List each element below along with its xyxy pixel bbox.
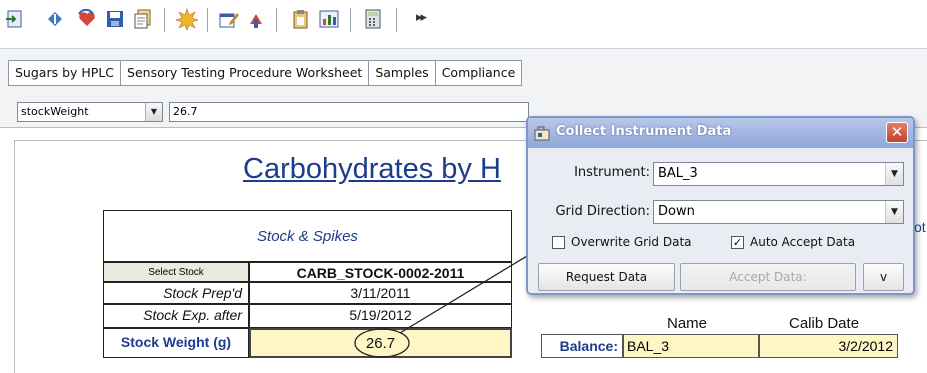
field-value-text: 26.7 <box>173 105 198 118</box>
accept-data-button[interactable]: Accept Data: <box>680 263 856 291</box>
field-name-value: stockWeight <box>21 105 89 118</box>
instrument-app-icon <box>534 126 550 141</box>
refresh-heart-icon[interactable] <box>76 8 98 30</box>
stock-prepd-value[interactable]: 3/11/2011 <box>249 282 512 304</box>
transfer-icon[interactable] <box>246 8 268 30</box>
report-title: Carbohydrates by H <box>243 153 501 185</box>
grid-direction-select[interactable]: Down ▼ <box>653 200 904 224</box>
auto-accept-checkbox[interactable]: ✓ <box>731 236 744 249</box>
arrow-diamond-icon[interactable] <box>44 8 66 30</box>
close-icon[interactable]: ✕ <box>886 122 908 143</box>
stock-exp-label: Stock Exp. after <box>103 304 249 328</box>
request-data-button[interactable]: Request Data <box>538 263 675 291</box>
save-icon[interactable] <box>104 8 126 30</box>
exit-icon[interactable] <box>4 8 26 30</box>
tab-sensory-testing[interactable]: Sensory Testing Procedure Worksheet <box>121 60 370 86</box>
tab-sugars-by-hplc[interactable]: Sugars by HPLC <box>8 60 122 86</box>
select-stock-value[interactable]: CARB_STOCK-0002-2011 <box>249 262 512 282</box>
clipboard-icon[interactable] <box>290 8 312 30</box>
collect-instrument-dialog: Collect Instrument Data ✕ Instrument: BA… <box>526 116 915 295</box>
stock-header-cell: Stock & Spikes <box>103 210 512 262</box>
balance-calib-header: Calib Date <box>789 315 860 332</box>
toolbar: ▸▸ <box>0 0 927 44</box>
burst-icon[interactable] <box>176 8 198 30</box>
field-value-input[interactable]: 26.7 <box>169 102 529 122</box>
stock-exp-value[interactable]: 5/19/2012 <box>249 304 512 328</box>
grid-direction-value: Down <box>658 204 695 219</box>
toolbar-overflow-icon[interactable]: ▸▸ <box>416 10 427 25</box>
toolbar-separator <box>207 8 208 32</box>
auto-accept-label: Auto Accept Data <box>750 235 856 249</box>
instrument-select[interactable]: BAL_3 ▼ <box>653 162 904 186</box>
chevron-down-icon[interactable]: ▼ <box>145 103 162 121</box>
more-options-button[interactable]: v <box>863 263 904 291</box>
field-name-select[interactable]: stockWeight ▼ <box>17 102 163 122</box>
chart-window-icon[interactable] <box>318 8 340 30</box>
stock-weight-label: Stock Weight (g) <box>103 328 249 358</box>
toolbar-separator <box>164 8 165 32</box>
balance-name-value[interactable]: BAL_3 <box>623 334 759 358</box>
overwrite-grid-checkbox[interactable] <box>552 236 565 249</box>
copy-document-icon[interactable] <box>132 8 154 30</box>
toolbar-separator <box>396 8 397 32</box>
stock-header: Stock & Spikes <box>257 228 358 245</box>
balance-label: Balance: <box>541 334 623 358</box>
tab-strip: Sugars by HPLC Sensory Testing Procedure… <box>0 48 927 94</box>
dialog-title-bar[interactable]: Collect Instrument Data ✕ <box>528 118 913 148</box>
dialog-title: Collect Instrument Data <box>556 124 732 139</box>
instrument-label: Instrument: <box>574 165 650 180</box>
balance-calib-value[interactable]: 3/2/2012 <box>759 334 898 358</box>
instrument-value: BAL_3 <box>658 166 698 181</box>
overwrite-grid-label: Overwrite Grid Data <box>571 235 692 249</box>
tab-samples[interactable]: Samples <box>369 60 436 86</box>
toolbar-separator <box>350 8 351 32</box>
chevron-down-icon[interactable]: ▼ <box>885 163 903 185</box>
report-partial-text: ot <box>914 219 926 235</box>
edit-window-icon[interactable] <box>218 8 240 30</box>
stock-prepd-label: Stock Prep'd <box>103 282 249 304</box>
calculator-icon[interactable] <box>362 8 384 30</box>
balance-name-header: Name <box>667 315 708 332</box>
select-stock-label: Select Stock <box>103 262 249 282</box>
chevron-down-icon[interactable]: ▼ <box>885 201 903 223</box>
stock-weight-value[interactable]: 26.7 <box>249 328 512 358</box>
toolbar-separator <box>276 8 277 32</box>
grid-direction-label: Grid Direction: <box>555 204 650 219</box>
tab-compliance[interactable]: Compliance <box>435 60 523 86</box>
